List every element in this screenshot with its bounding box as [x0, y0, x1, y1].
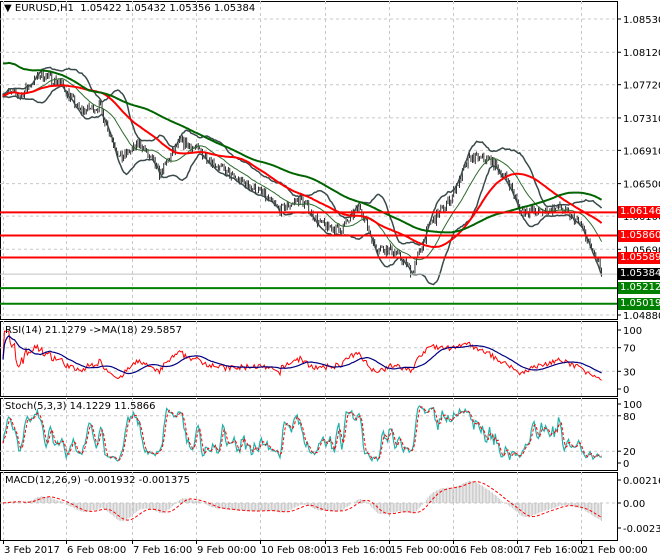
x-axis-label: 7 Feb 16:00 [133, 545, 192, 556]
moving-average-green [2, 61, 603, 234]
x-axis-label: 10 Feb 08:00 [261, 545, 327, 556]
symbol-label: EURUSD,H1 [14, 3, 74, 14]
open-value: 1.05422 [80, 3, 122, 14]
chart-header: ▼ EURUSD,H1 1.05422 1.05432 1.05356 1.05… [4, 3, 255, 14]
x-axis-label: 21 Feb 00:00 [582, 545, 648, 556]
indicator-axis-label: 100 [623, 400, 642, 411]
price-axis-label: 1.08530 [623, 15, 660, 26]
price-axis-label: 1.07720 [623, 81, 660, 92]
macd-signal-line [2, 481, 602, 521]
stoch-title: Stoch(5,3,3) 14.1229 11.5866 [5, 401, 156, 412]
trading-chart[interactable]: 3 Feb 2017 6 Feb 08:00 7 Feb 16:00 9 Feb 00… [0, 0, 660, 560]
dropdown-triangle-icon[interactable]: ▼ [4, 3, 12, 14]
x-axis-label: 13 Feb 16:00 [326, 545, 392, 556]
current-price-tag: 1.05384 [618, 268, 660, 281]
stoch-main-line [2, 405, 602, 463]
price-axis-label: 1.08120 [623, 48, 660, 59]
price-axis-label: 1.06910 [623, 146, 660, 157]
indicator-axis-label: 0 [623, 385, 629, 396]
indicator-axis-label: 20 [623, 447, 636, 458]
indicator-axis-label: -0.002368 [623, 524, 660, 535]
price-axis-label: 1.04880 [623, 311, 660, 322]
rsi-ma-line [2, 335, 602, 375]
indicator-axis-label: 0.00 [623, 499, 645, 510]
level-price-tag: 1.05212 [618, 282, 660, 295]
x-axis-label: 3 Feb 2017 [4, 545, 60, 556]
bollinger-upper [2, 66, 603, 246]
level-price-tag: 1.06146 [618, 206, 660, 219]
bollinger-lower [2, 85, 603, 286]
high-value: 1.05432 [124, 3, 167, 14]
x-axis-label: 9 Feb 00:00 [197, 545, 256, 556]
indicator-axis-label: 100 [623, 326, 642, 337]
x-axis-label: 17 Feb 16:00 [518, 545, 584, 556]
rsi-line [2, 330, 602, 381]
indicator-axis-label: 30 [623, 367, 636, 378]
indicator-axis-label: 70 [623, 344, 636, 355]
price-axis-label: 1.06500 [623, 180, 660, 191]
indicator-axis-label: 0.002161 [623, 476, 660, 487]
x-axis-label: 15 Feb 00:00 [390, 545, 456, 556]
indicator-axis-label: 80 [623, 412, 636, 423]
rsi-title: RSI(14) 21.1279 ->MA(18) 29.5857 [5, 325, 182, 336]
level-price-tag: 1.05019 [618, 297, 660, 310]
x-axis-label: 6 Feb 08:00 [67, 545, 126, 556]
low-value: 1.05356 [169, 3, 211, 14]
price-axis-label: 1.07310 [623, 114, 660, 125]
level-price-tag: 1.05860 [618, 229, 660, 242]
x-axis-label: 16 Feb 08:00 [454, 545, 520, 556]
bollinger-middle [2, 77, 603, 261]
macd-title: MACD(12,26,9) -0.001932 -0.001375 [5, 475, 190, 486]
close-value: 1.05384 [213, 3, 256, 14]
indicator-axis-label: 0 [623, 459, 629, 470]
level-price-tag: 1.05589 [618, 251, 660, 264]
moving-average-red [2, 84, 603, 249]
